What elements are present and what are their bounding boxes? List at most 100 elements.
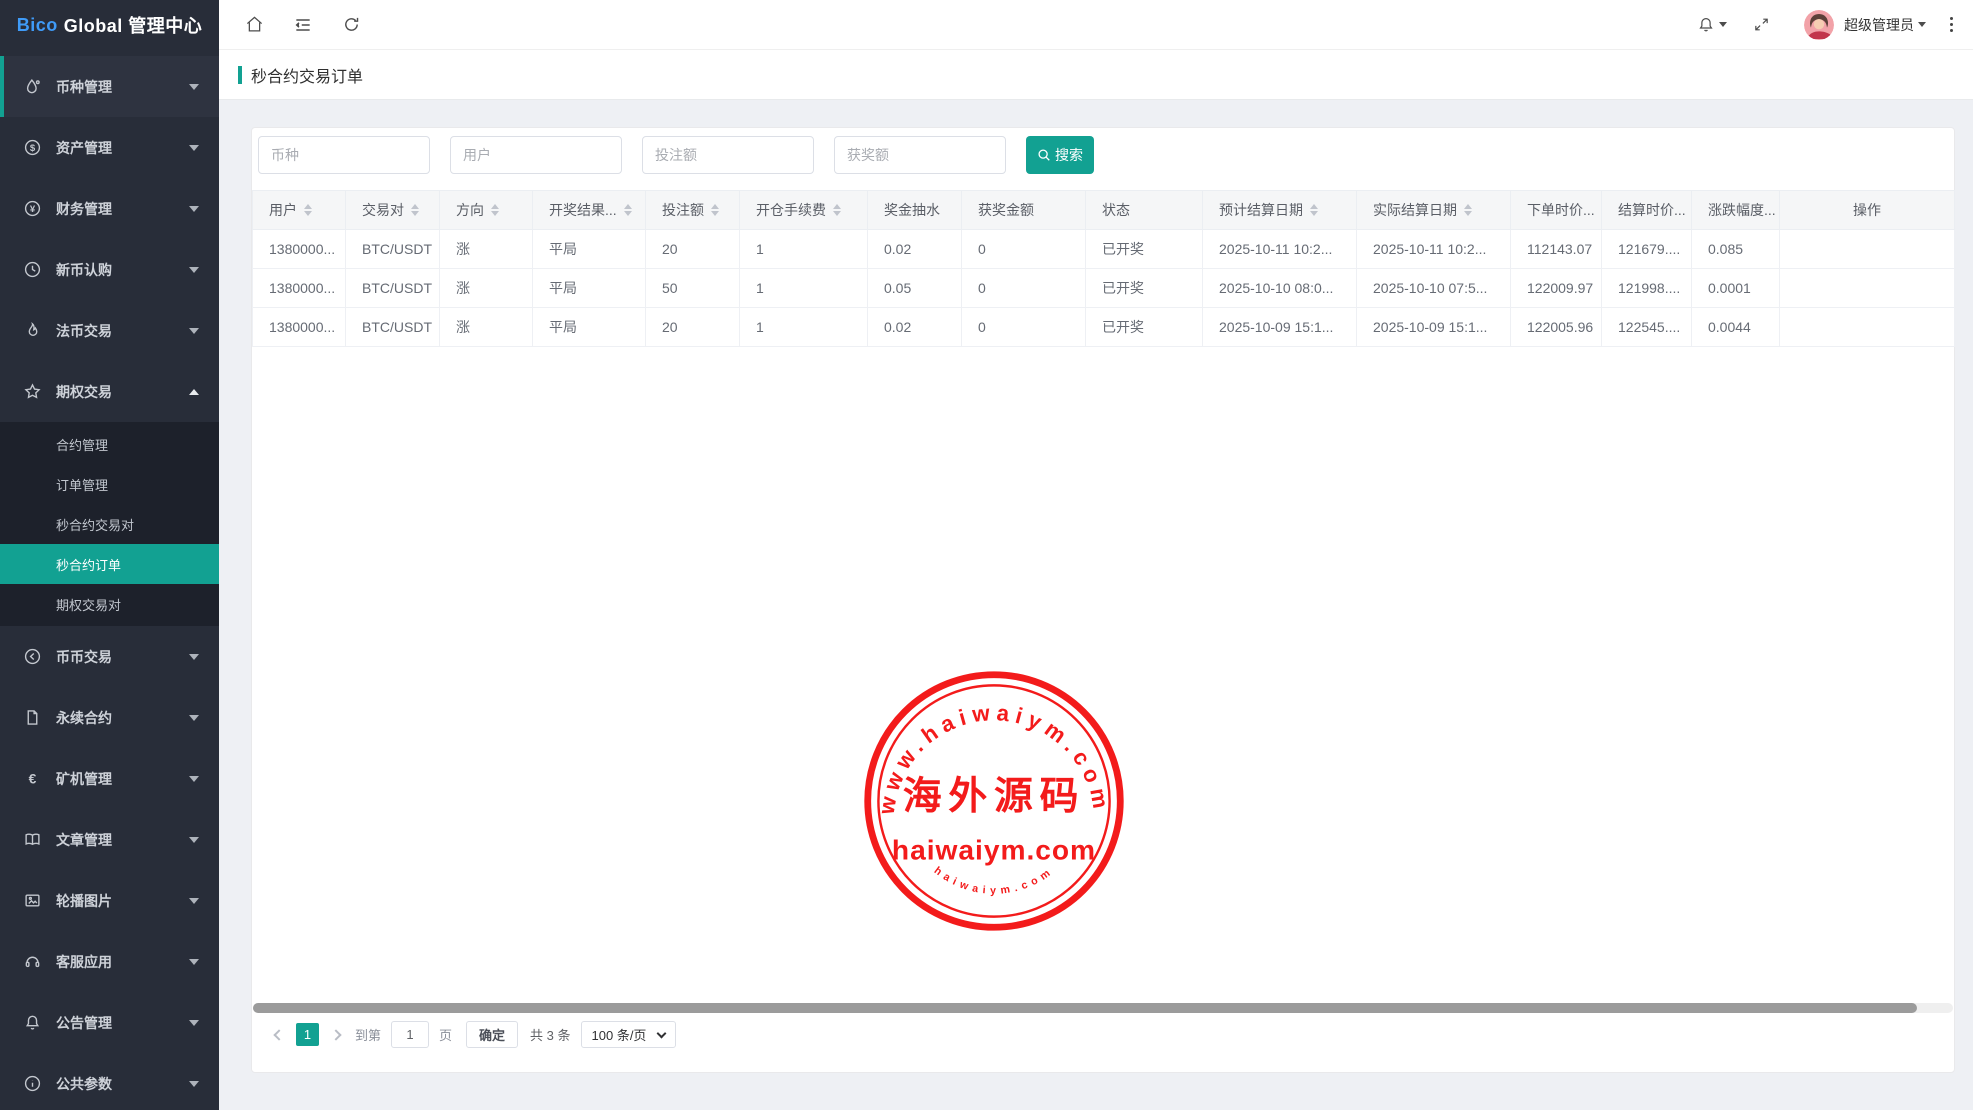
page-title: 秒合约交易订单 bbox=[251, 63, 363, 87]
column-header-direction[interactable]: 方向 bbox=[440, 191, 533, 230]
search-button-label: 搜索 bbox=[1055, 145, 1083, 165]
column-header-user[interactable]: 用户 bbox=[253, 191, 346, 230]
bet-amount-filter-input[interactable] bbox=[642, 136, 814, 174]
page-number-button[interactable]: 1 bbox=[296, 1023, 319, 1046]
sidebar-item-coin-trading[interactable]: 币币交易 bbox=[0, 626, 219, 687]
filter-bar: 搜索 bbox=[252, 128, 1954, 174]
submenu-item-label: 秒合约交易对 bbox=[56, 515, 134, 534]
sidebar-item-second-contract-pairs[interactable]: 秒合约交易对 bbox=[0, 504, 219, 544]
topbar: 超级管理员 bbox=[219, 0, 1973, 50]
sidebar-item-carousel-images[interactable]: 轮播图片 bbox=[0, 870, 219, 931]
watermark-stamp: www.haiwaiym.com 海外源码 haiwaiym.com haiwa… bbox=[858, 665, 1130, 937]
fold-menu-icon[interactable] bbox=[293, 15, 313, 35]
cell-pair: BTC/USDT bbox=[346, 230, 440, 269]
sidebar-item-fiat-trading[interactable]: 法币交易 bbox=[0, 300, 219, 361]
sidebar-item-announcement-management[interactable]: 公告管理 bbox=[0, 992, 219, 1053]
column-header-actual-settle-date[interactable]: 实际结算日期 bbox=[1357, 191, 1511, 230]
refresh-icon[interactable] bbox=[342, 15, 361, 34]
jump-label: 到第 bbox=[355, 1025, 381, 1044]
history-circle-icon bbox=[24, 648, 41, 665]
notification-bell-icon[interactable] bbox=[1697, 16, 1727, 34]
sidebar-item-public-parameters[interactable]: 公共参数 bbox=[0, 1053, 219, 1110]
sidebar-item-customer-service[interactable]: 客服应用 bbox=[0, 931, 219, 992]
main-area: 超级管理员 秒合约交易订单 搜索 bbox=[219, 0, 1973, 1110]
search-button[interactable]: 搜索 bbox=[1026, 136, 1094, 174]
column-header-change-range[interactable]: 涨跌幅度... bbox=[1692, 191, 1780, 230]
title-accent-bar bbox=[238, 66, 242, 84]
chevron-down-icon bbox=[189, 1081, 199, 1087]
sidebar-menu: 币种管理 $ 资产管理 ¥ 财务管理 新币认购 bbox=[0, 50, 219, 1110]
sort-icon[interactable] bbox=[624, 204, 632, 216]
sidebar-item-contract-management[interactable]: 合约管理 bbox=[0, 424, 219, 464]
chevron-right-icon bbox=[330, 1029, 341, 1040]
image-icon bbox=[24, 892, 41, 909]
cell-expected-settle-date: 2025-10-11 10:2... bbox=[1203, 230, 1357, 269]
cell-direction: 涨 bbox=[440, 308, 533, 347]
column-header-settle-price[interactable]: 结算时价... bbox=[1602, 191, 1692, 230]
content-area: 搜索 用户 交易对 方向 开奖结果... 投注额 开 bbox=[219, 100, 1973, 1110]
headset-icon bbox=[24, 953, 41, 970]
sidebar-item-label: 客服应用 bbox=[56, 952, 189, 972]
column-header-lottery-result[interactable]: 开奖结果... bbox=[533, 191, 646, 230]
sidebar-item-new-coin-subscription[interactable]: 新币认购 bbox=[0, 239, 219, 300]
table-row: 1380000... BTC/USDT 涨 平局 20 1 0.02 0 已开奖… bbox=[253, 308, 1955, 347]
page-size-select[interactable]: 100 条/页 bbox=[581, 1021, 677, 1048]
sidebar-item-miner-management[interactable]: € 矿机管理 bbox=[0, 748, 219, 809]
search-icon bbox=[1037, 148, 1051, 162]
avatar[interactable] bbox=[1804, 10, 1834, 40]
svg-text:haiwaiym.com: haiwaiym.com bbox=[932, 865, 1057, 897]
cell-prize-amount: 0 bbox=[962, 308, 1086, 347]
stamp-top-arc-text: www.haiwaiym.com bbox=[874, 700, 1115, 817]
prize-amount-filter-input[interactable] bbox=[834, 136, 1006, 174]
cell-actions bbox=[1780, 308, 1955, 347]
kebab-menu-icon[interactable] bbox=[1946, 13, 1957, 36]
home-icon[interactable] bbox=[245, 15, 264, 34]
sidebar-item-finance-management[interactable]: ¥ 财务管理 bbox=[0, 178, 219, 239]
sort-icon[interactable] bbox=[711, 204, 719, 216]
column-header-order-price[interactable]: 下单时价... bbox=[1511, 191, 1602, 230]
sidebar-item-coin-management[interactable]: 币种管理 bbox=[0, 56, 219, 117]
sidebar-item-article-management[interactable]: 文章管理 bbox=[0, 809, 219, 870]
column-header-pair[interactable]: 交易对 bbox=[346, 191, 440, 230]
prev-page-button[interactable] bbox=[266, 1022, 292, 1048]
page-title-bar: 秒合约交易订单 bbox=[219, 50, 1973, 100]
chevron-down-icon bbox=[1918, 22, 1926, 27]
column-header-expected-settle-date[interactable]: 预计结算日期 bbox=[1203, 191, 1357, 230]
user-filter-input[interactable] bbox=[450, 136, 622, 174]
scrollbar-thumb[interactable] bbox=[253, 1003, 1917, 1013]
sort-icon[interactable] bbox=[411, 204, 419, 216]
sidebar-item-second-contract-orders[interactable]: 秒合约订单 bbox=[0, 544, 219, 584]
user-menu[interactable]: 超级管理员 bbox=[1844, 15, 1926, 35]
column-header-bet-amount[interactable]: 投注额 bbox=[646, 191, 740, 230]
sort-icon[interactable] bbox=[304, 204, 312, 216]
currency-filter-input[interactable] bbox=[258, 136, 430, 174]
sidebar-item-options-trading[interactable]: 期权交易 bbox=[0, 361, 219, 422]
sidebar-item-asset-management[interactable]: $ 资产管理 bbox=[0, 117, 219, 178]
horizontal-scrollbar bbox=[253, 1003, 1953, 1013]
star-icon bbox=[24, 383, 41, 400]
sidebar-item-options-pairs[interactable]: 期权交易对 bbox=[0, 584, 219, 624]
fullscreen-icon[interactable] bbox=[1753, 16, 1770, 33]
column-header-open-fee[interactable]: 开仓手续费 bbox=[740, 191, 868, 230]
column-header-prize-amount: 获奖金额 bbox=[962, 191, 1086, 230]
sidebar-item-order-management[interactable]: 订单管理 bbox=[0, 464, 219, 504]
sort-icon[interactable] bbox=[1310, 204, 1318, 216]
dollar-circle-icon: $ bbox=[24, 139, 41, 156]
column-header-bonus-cut: 奖金抽水 bbox=[868, 191, 962, 230]
page-jump-input[interactable] bbox=[391, 1021, 429, 1048]
submenu-item-label: 合约管理 bbox=[56, 435, 108, 454]
sort-icon[interactable] bbox=[833, 204, 841, 216]
sort-icon[interactable] bbox=[491, 204, 499, 216]
chevron-down-icon bbox=[189, 84, 199, 90]
sidebar-item-perpetual-contract[interactable]: 永续合约 bbox=[0, 687, 219, 748]
cell-user: 1380000... bbox=[253, 230, 346, 269]
clock-icon bbox=[24, 261, 41, 278]
chevron-down-icon bbox=[657, 1028, 667, 1038]
cell-actions bbox=[1780, 269, 1955, 308]
chevron-down-icon bbox=[189, 267, 199, 273]
confirm-button[interactable]: 确定 bbox=[466, 1021, 518, 1048]
sort-icon[interactable] bbox=[1464, 204, 1472, 216]
table-row: 1380000... BTC/USDT 涨 平局 20 1 0.02 0 已开奖… bbox=[253, 230, 1955, 269]
next-page-button[interactable] bbox=[323, 1022, 349, 1048]
cell-actual-settle-date: 2025-10-10 07:5... bbox=[1357, 269, 1511, 308]
